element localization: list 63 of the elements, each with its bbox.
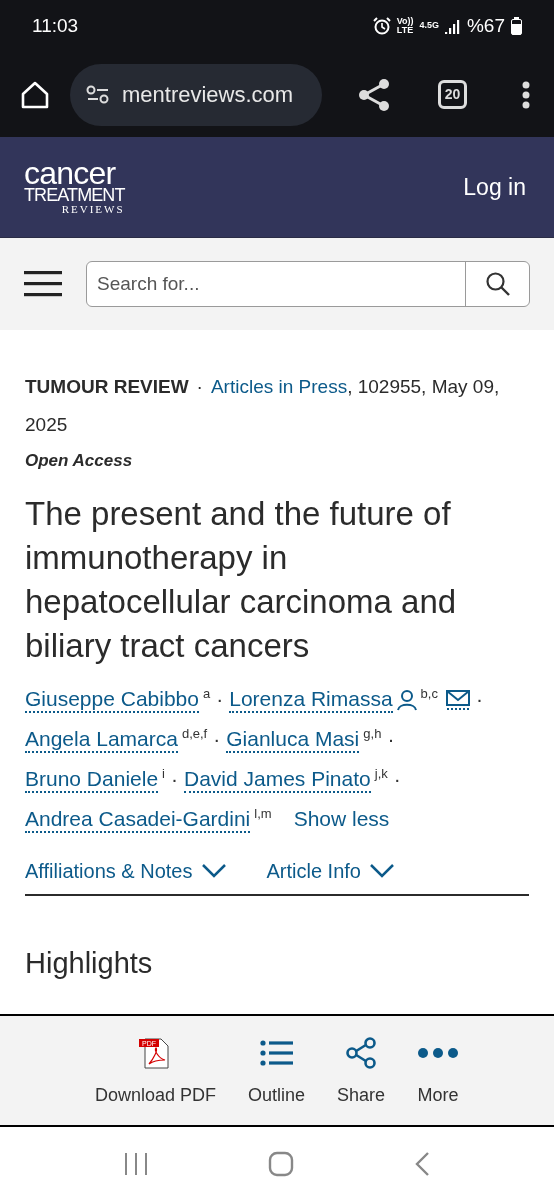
separator-dot: · [216, 685, 224, 712]
chevron-down-icon [200, 862, 227, 879]
affiliation-marks: d,e,f [181, 724, 208, 743]
separator-dot: · [171, 765, 178, 792]
more-icon [417, 1047, 460, 1059]
author-link[interactable]: Giuseppe Cabibbo [25, 686, 199, 713]
share-icon [346, 1037, 377, 1069]
login-link[interactable]: Log in [463, 169, 526, 205]
address-bar[interactable]: mentreviews.com [70, 63, 322, 126]
author-link[interactable]: Bruno Daniele [25, 766, 159, 793]
menu-icon[interactable] [522, 80, 530, 109]
toolbar-button[interactable]: Share [333, 1036, 390, 1125]
disclosure-toggle[interactable]: Article Info [266, 855, 395, 886]
signal-icon [444, 18, 461, 34]
separator-dot: · [213, 725, 221, 752]
journal-logo[interactable]: cancer TREATMENT REVIEWS [24, 159, 125, 215]
toolbar-button[interactable]: Outline [244, 1036, 310, 1125]
status-time: 11:03 [32, 13, 79, 38]
author-link[interactable]: Gianluca Masi [226, 726, 360, 753]
person-icon [396, 688, 417, 711]
affiliation-marks: g,h [363, 724, 382, 743]
toolbar-button[interactable]: More [413, 1036, 464, 1125]
site-settings-icon [86, 84, 110, 105]
article-meta: TUMOUR REVIEW · Articles in Press, 102955, May 09, 2025 [25, 375, 501, 437]
author-link[interactable]: Andrea Casadei-Gardini [25, 806, 251, 833]
back-icon[interactable] [414, 1150, 430, 1177]
affiliation-marks: j,k [374, 764, 388, 783]
section-heading: Highlights [25, 945, 154, 981]
email-icon[interactable] [445, 688, 470, 711]
disclosure-toggle[interactable]: Affiliations & Notes [25, 855, 227, 886]
lte-label: LTE [396, 26, 414, 35]
article-title: The present and the future of immunotherapy in hepatocellular carcinoma and biliary tract cancers [25, 493, 458, 666]
search-icon [484, 271, 511, 297]
menu-icon[interactable] [24, 271, 62, 297]
logo-line: cancer [24, 159, 116, 186]
author-link[interactable]: Lorenza Rimassa [229, 686, 393, 713]
volte-label: Vo)) [396, 17, 414, 26]
chevron-down-icon [369, 862, 395, 879]
url-text: mentreviews.com [122, 81, 294, 109]
recent-apps-icon[interactable] [124, 1151, 148, 1176]
issue-link[interactable]: Articles in Press [210, 376, 348, 397]
show-less-link[interactable]: Show less [293, 806, 390, 830]
affiliation-marks: a [202, 684, 211, 703]
separator-dot: · [393, 765, 401, 792]
author-link[interactable]: David James Pinato [184, 766, 371, 793]
open-access-label: Open Access [25, 450, 134, 472]
list-icon [259, 1039, 294, 1067]
affiliation-marks: l,m [254, 804, 272, 823]
logo-line: TREATMENT [24, 185, 125, 204]
battery-percent: %67 [466, 13, 505, 38]
battery-icon [511, 17, 522, 35]
network-label: 4.5G [419, 19, 439, 33]
home-icon[interactable] [20, 79, 50, 110]
affiliation-marks: b,c [420, 684, 438, 703]
search-bar[interactable]: Search for... [86, 261, 530, 307]
separator-dot: · [475, 685, 483, 712]
alarm-icon [372, 17, 391, 35]
affiliation-marks: i [162, 764, 165, 783]
logo-line: REVIEWS [61, 203, 125, 215]
share-icon[interactable] [358, 77, 390, 112]
author-link[interactable]: Angela Lamarca [25, 726, 178, 753]
tab-count-button[interactable]: 20 [438, 80, 467, 109]
separator-dot: · [387, 725, 395, 752]
